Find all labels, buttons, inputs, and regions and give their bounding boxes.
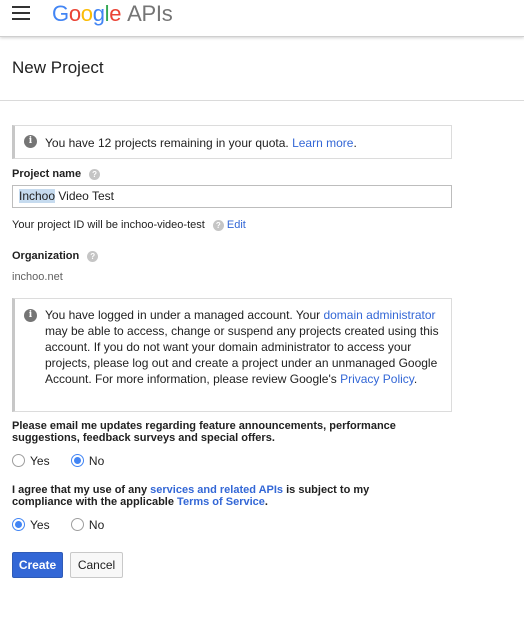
google-apis-logo[interactable]: Google APIs [52, 1, 173, 27]
quota-notice: i You have 12 projects remaining in your… [12, 125, 452, 159]
help-icon[interactable]: ? [212, 219, 224, 231]
terms-question: I agree that my use of any services and … [12, 484, 432, 508]
project-id-hint: Your project ID will be inchoo-video-tes… [12, 219, 246, 231]
page-title: New Project [12, 58, 104, 77]
logo-letter: o [68, 1, 81, 26]
radio-label: No [88, 517, 105, 532]
logo-letter: o [80, 1, 93, 26]
project-name-input[interactable]: Inchoo Video Test [12, 185, 452, 208]
terms-no-option[interactable]: No [70, 517, 105, 532]
hamburger-menu-icon[interactable] [12, 6, 30, 20]
info-icon: i [24, 309, 37, 322]
top-app-bar: Google APIs [0, 0, 524, 37]
logo-letter: G [52, 1, 69, 26]
terms-text: . [264, 496, 268, 508]
managed-text: . [413, 372, 418, 386]
terms-yes-option[interactable]: Yes [12, 517, 50, 532]
email-no-option[interactable]: No [70, 453, 105, 468]
logo-letter: g [92, 1, 105, 26]
quota-text: You have 12 projects remaining in your q… [45, 136, 289, 150]
project-id-text: Your project ID will be inchoo-video-tes… [12, 219, 205, 231]
cancel-button[interactable]: Cancel [70, 552, 123, 578]
input-text: Video Test [55, 189, 114, 203]
managed-account-notice: i You have logged in under a managed acc… [12, 298, 452, 412]
terms-radio-group: Yes No [12, 517, 122, 532]
logo-suffix: APIs [127, 1, 173, 26]
project-name-label: Project name? [12, 168, 101, 180]
services-apis-link[interactable]: services and related APIs [150, 484, 283, 496]
terms-text: I agree that my use of any [12, 484, 151, 496]
info-icon: i [24, 135, 37, 148]
create-button[interactable]: Create [12, 552, 63, 578]
radio-label: Yes [30, 453, 50, 468]
help-icon[interactable]: ? [87, 250, 99, 262]
email-yes-radio[interactable] [12, 454, 25, 468]
organization-label-text: Organization [12, 250, 80, 262]
edit-project-id-link[interactable]: Edit [227, 219, 246, 231]
email-no-radio[interactable] [70, 454, 84, 468]
quota-suffix: . [353, 136, 357, 150]
email-updates-question: Please email me updates regarding featur… [12, 420, 396, 444]
radio-label: No [88, 453, 105, 468]
domain-administrator-link[interactable]: domain administrator [323, 308, 435, 322]
email-updates-radio-group: Yes No [12, 453, 122, 468]
terms-yes-radio[interactable] [12, 518, 25, 532]
managed-text: You have logged in under a managed accou… [45, 308, 324, 322]
radio-label: Yes [30, 517, 50, 532]
selected-text: Inchoo [19, 189, 56, 203]
terms-of-service-link[interactable]: Terms of Service [177, 496, 265, 508]
divider [0, 100, 524, 101]
terms-no-radio[interactable] [70, 518, 84, 532]
learn-more-link[interactable]: Learn more [292, 136, 353, 150]
privacy-policy-link[interactable]: Privacy Policy [340, 372, 414, 386]
project-name-label-text: Project name [12, 168, 82, 180]
help-icon[interactable]: ? [89, 168, 101, 180]
organization-label: Organization? [12, 250, 99, 262]
managed-notice-text: You have logged in under a managed accou… [45, 307, 445, 387]
logo-letter: e [109, 1, 122, 26]
quota-notice-text: You have 12 projects remaining in your q… [45, 135, 357, 151]
email-yes-option[interactable]: Yes [12, 453, 50, 468]
organization-value: inchoo.net [12, 271, 63, 283]
